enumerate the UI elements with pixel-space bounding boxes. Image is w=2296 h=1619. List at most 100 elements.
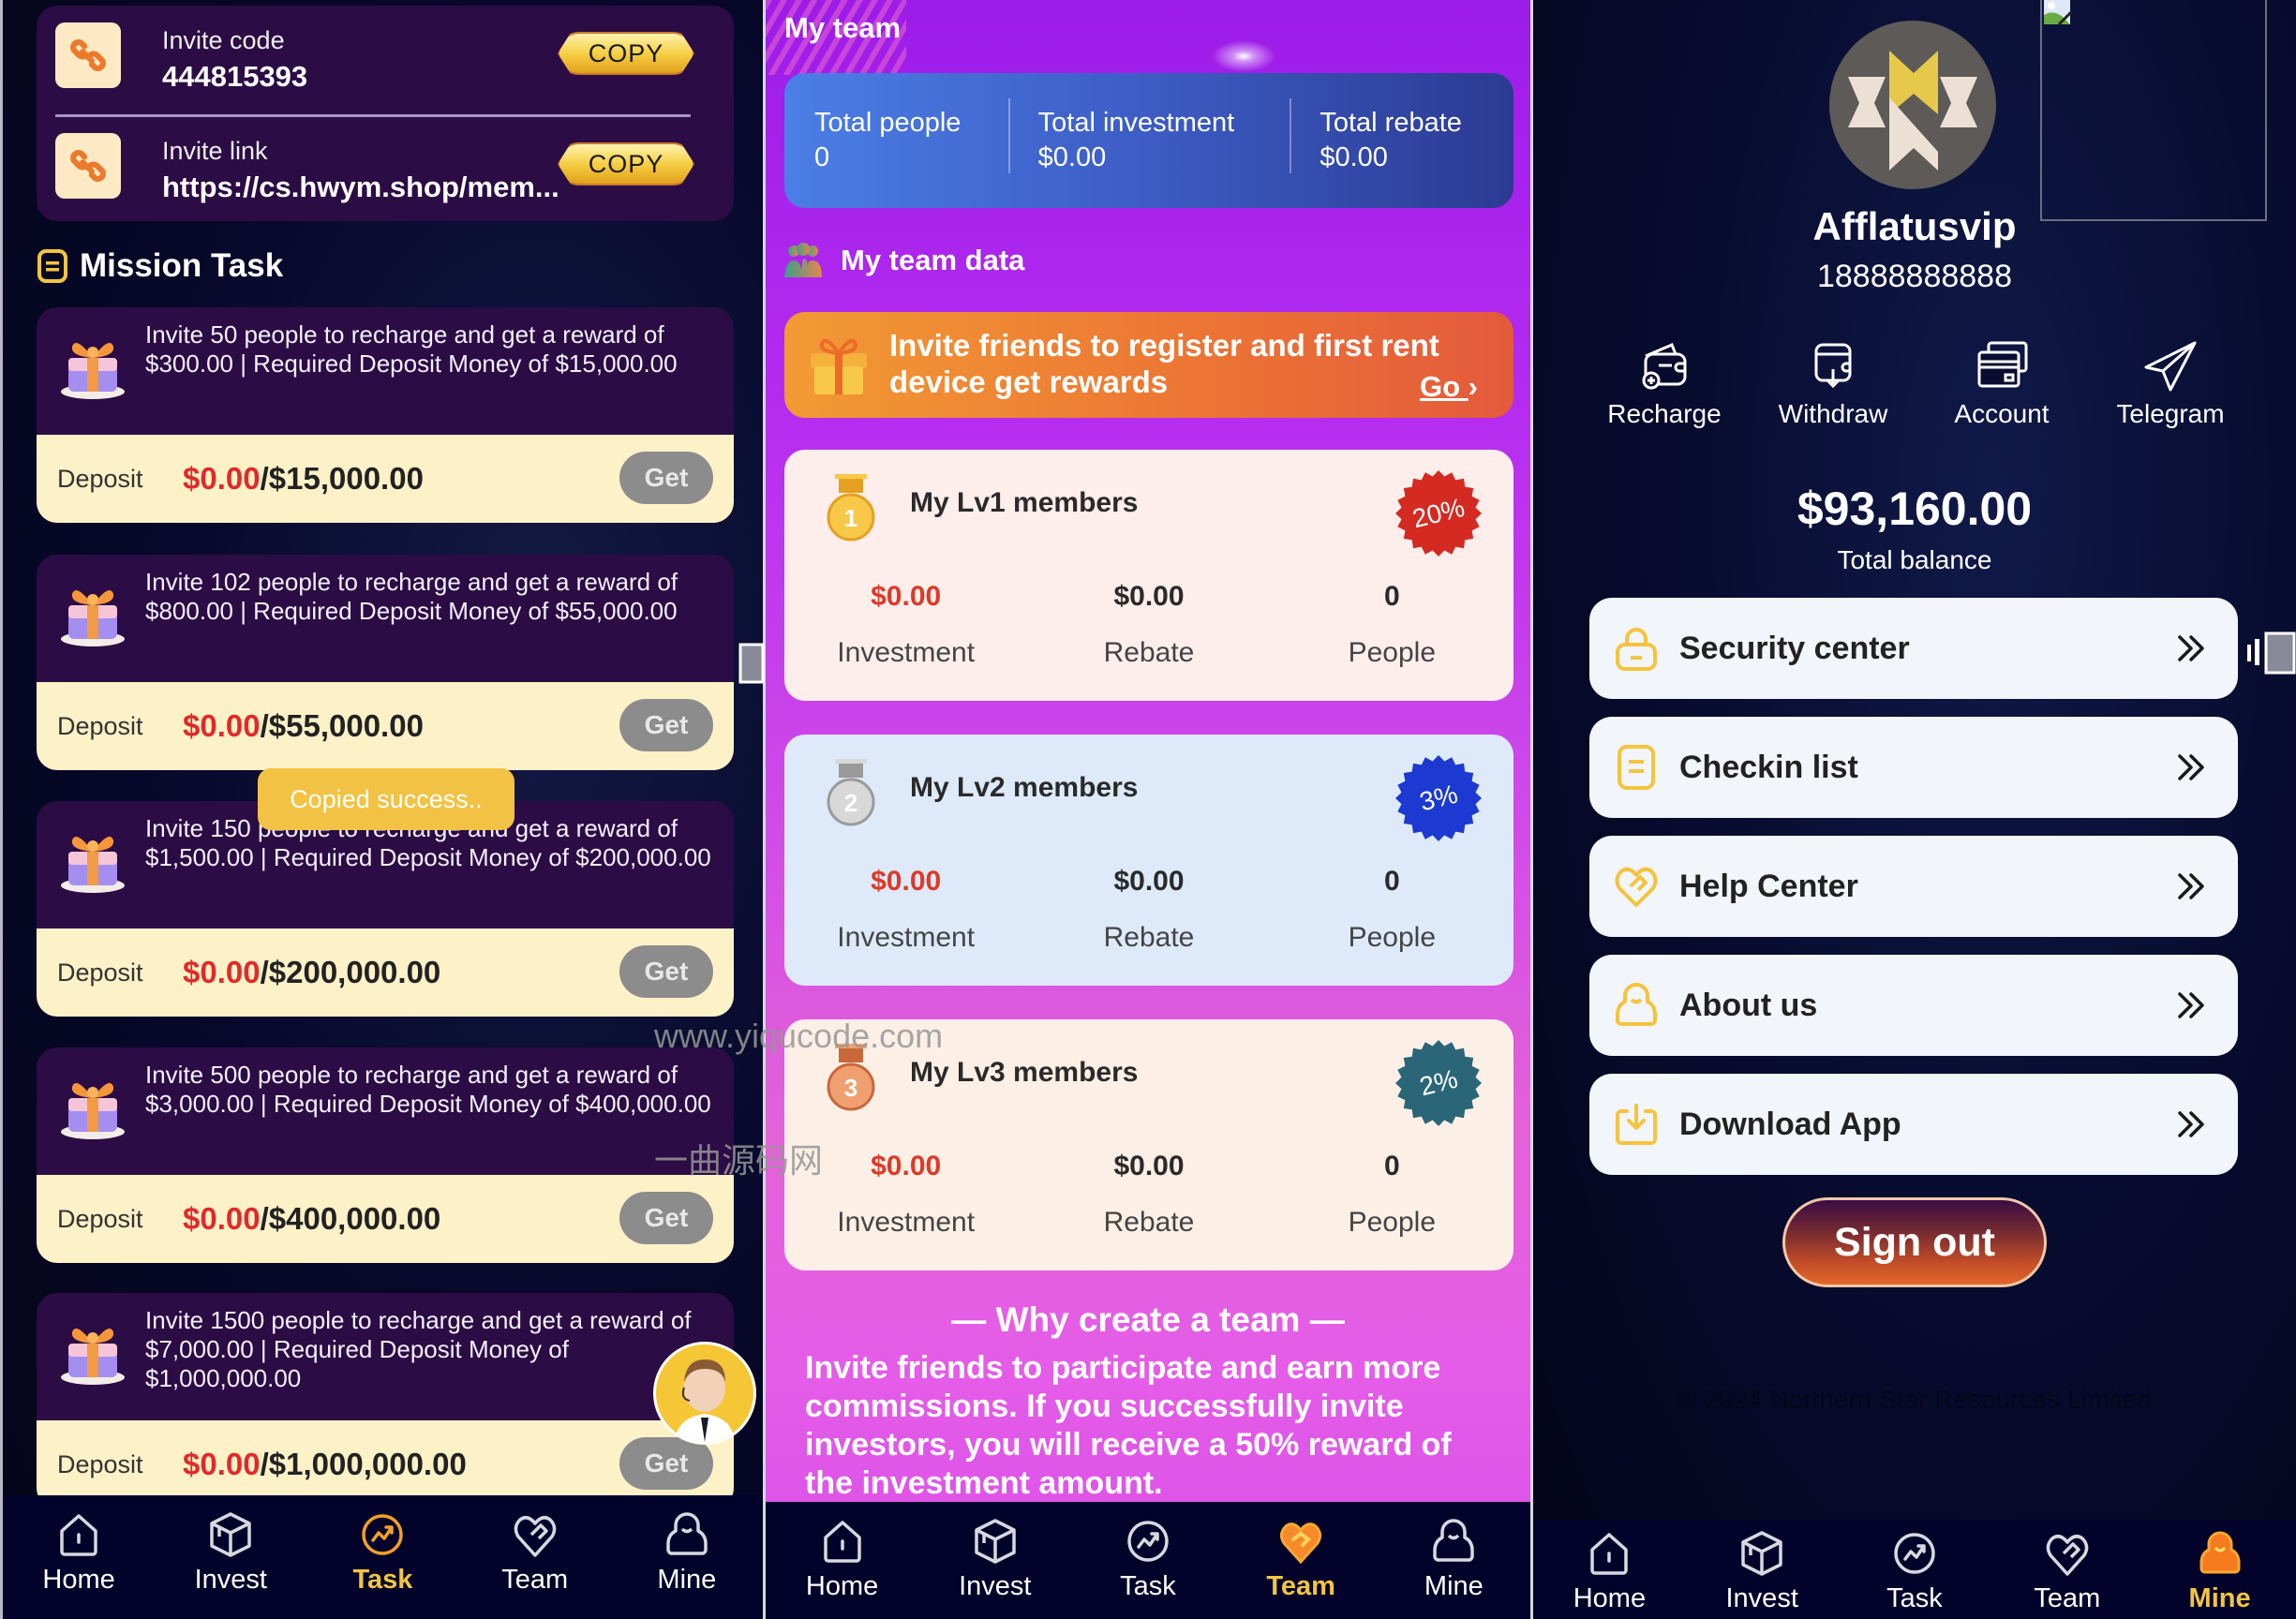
double-chevron-right-icon	[2178, 635, 2204, 661]
deposit-progress: $0.00/$400,000.00	[183, 1201, 440, 1237]
bottom-nav: Home Invest Task Team Mine	[3, 1495, 763, 1619]
task-card: Invite 150 people to recharge and get a …	[37, 801, 734, 1017]
customer-service-avatar[interactable]	[653, 1342, 756, 1445]
nav-tab-mine[interactable]: Mine	[1378, 1517, 1530, 1602]
level-people: 0 People	[1271, 866, 1513, 954]
telegram-button[interactable]: Telegram	[2086, 339, 2255, 429]
task-header: Invite 500 people to recharge and get a …	[37, 1047, 734, 1175]
level-investment: $0.00 Investment	[784, 1151, 1027, 1239]
level-card-lv1[interactable]: 1 My Lv1 members 20% $0.00 Investment $0.…	[784, 450, 1513, 701]
medal-icon: 3	[827, 1044, 875, 1111]
deposit-progress: $0.00/$55,000.00	[183, 708, 424, 744]
deposit-current: $0.00	[183, 1447, 261, 1481]
nav-label: Mine	[657, 1565, 717, 1595]
task-description: Invite 50 people to recharge and get a r…	[145, 320, 678, 378]
nav-tab-mine[interactable]: Mine	[611, 1510, 763, 1596]
nav-label: Task	[352, 1565, 413, 1595]
chevron-right-icon: ›	[1468, 370, 1478, 403]
task-progress: Deposit $0.00/$200,000.00 Get	[37, 928, 734, 1017]
nav-label: Invest	[959, 1571, 1032, 1601]
floating-scroll-handle[interactable]	[2247, 626, 2296, 678]
get-reward-button[interactable]: Get	[619, 699, 713, 751]
task-progress: Deposit $0.00/$15,000.00 Get	[37, 435, 734, 523]
nav-label: Task	[1120, 1571, 1176, 1601]
deposit-progress: $0.00/$15,000.00	[183, 461, 424, 497]
nav-tab-team[interactable]: Team	[459, 1510, 611, 1596]
level-title: My Lv1 members	[910, 487, 1139, 518]
nav-tab-home[interactable]: Home	[1533, 1529, 1686, 1614]
deposit-label: Deposit	[57, 712, 143, 740]
nav-label: Invest	[1725, 1583, 1798, 1613]
level-card-lv3[interactable]: 3 My Lv3 members 2% $0.00 Investment $0.0…	[784, 1019, 1513, 1270]
stat-label: Total investment	[1037, 108, 1235, 138]
action-label: Telegram	[2116, 399, 2225, 428]
action-label: Withdraw	[1778, 399, 1888, 428]
level-people: 0 People	[1271, 581, 1513, 669]
level-card-lv2[interactable]: 2 My Lv2 members 3% $0.00 Investment $0.0…	[784, 735, 1513, 986]
level-stats: $0.00 Investment $0.00 Rebate 0 People	[784, 1151, 1513, 1239]
get-reward-button[interactable]: Get	[619, 1192, 713, 1244]
nav-tab-home[interactable]: Home	[766, 1517, 918, 1602]
copied-toast: Copied success..	[258, 768, 514, 830]
nav-tab-team[interactable]: Team	[1225, 1517, 1378, 1602]
account-button[interactable]: Account	[1917, 339, 2086, 429]
list-icon	[37, 249, 67, 283]
deposit-current: $0.00	[183, 461, 261, 496]
stat-value: 0	[814, 142, 830, 172]
nav-tab-team[interactable]: Team	[1990, 1529, 2143, 1614]
quick-actions: Recharge Withdraw Account Telegram	[1580, 339, 2255, 429]
level-stats: $0.00 Investment $0.00 Rebate 0 People	[784, 866, 1513, 954]
nav-tab-mine[interactable]: Mine	[2143, 1529, 2296, 1614]
menu-item-about-us[interactable]: About us	[1589, 955, 2238, 1056]
gift-icon	[811, 338, 867, 394]
cards-icon	[1977, 341, 2028, 388]
stat-label: Total rebate	[1319, 108, 1462, 138]
people-value: 0	[1383, 1151, 1400, 1181]
recharge-button[interactable]: Recharge	[1580, 339, 1749, 429]
menu-item-checkin-list[interactable]: Checkin list	[1589, 717, 2238, 818]
nav-tab-home[interactable]: Home	[3, 1510, 155, 1596]
nav-tab-invest[interactable]: Invest	[155, 1510, 306, 1596]
menu-label: Help Center	[1679, 868, 1858, 904]
banner-go-link[interactable]: Go ›	[1420, 370, 1478, 404]
nav-tab-invest[interactable]: Invest	[918, 1517, 1071, 1602]
wallet-plus-icon	[1642, 343, 1687, 390]
sign-out-button[interactable]: Sign out	[1782, 1197, 2047, 1287]
bottom-nav: Home Invest Task Team Mine	[1533, 1520, 2296, 1619]
double-chevron-right-icon	[2178, 992, 2204, 1018]
nav-tab-task[interactable]: Task	[306, 1510, 458, 1596]
medal-icon: 1	[827, 474, 875, 542]
people-value: 0	[1383, 866, 1400, 897]
nav-tab-invest[interactable]: Invest	[1686, 1529, 1839, 1614]
nav-tab-task[interactable]: Task	[1071, 1517, 1224, 1602]
invite-banner[interactable]: Invite friends to register and first ren…	[784, 312, 1513, 418]
menu-item-security-center[interactable]: Security center	[1589, 598, 2238, 699]
investment-value: $0.00	[871, 866, 942, 897]
deposit-current: $0.00	[183, 1201, 261, 1236]
total-balance-value: $93,160.00	[1797, 483, 2033, 535]
copy-invite-code-button[interactable]: COPY	[558, 32, 694, 75]
floating-scroll-handle[interactable]	[735, 639, 765, 688]
people-label: People	[1348, 922, 1437, 953]
get-reward-button[interactable]: Get	[619, 452, 713, 504]
nav-label: Mine	[1424, 1571, 1483, 1601]
cube-icon	[210, 1512, 252, 1557]
task-progress: Deposit $0.00/$55,000.00 Get	[37, 682, 734, 770]
user-phone: 18888888888	[1816, 259, 2012, 294]
nav-tab-task[interactable]: Task	[1839, 1529, 1991, 1614]
menu-label: About us	[1679, 987, 1818, 1023]
copy-invite-link-button[interactable]: COPY	[558, 142, 694, 186]
level-rebate: $0.00 Rebate	[1027, 581, 1270, 669]
deposit-target: /$400,000.00	[260, 1201, 441, 1236]
rebate-rate-badge: 20%	[1395, 470, 1482, 557]
nav-label: Home	[805, 1571, 879, 1601]
menu-item-help-center[interactable]: Help Center	[1589, 836, 2238, 937]
get-reward-button[interactable]: Get	[619, 1437, 713, 1490]
investment-value: $0.00	[871, 1151, 942, 1181]
get-reward-button[interactable]: Get	[619, 945, 713, 998]
deposit-progress: $0.00/$1,000,000.00	[183, 1447, 467, 1482]
menu-item-download-app[interactable]: Download App	[1589, 1074, 2238, 1175]
medal-icon: 2	[827, 759, 875, 826]
menu-label: Download App	[1679, 1106, 1901, 1142]
withdraw-button[interactable]: Withdraw	[1749, 339, 1917, 429]
